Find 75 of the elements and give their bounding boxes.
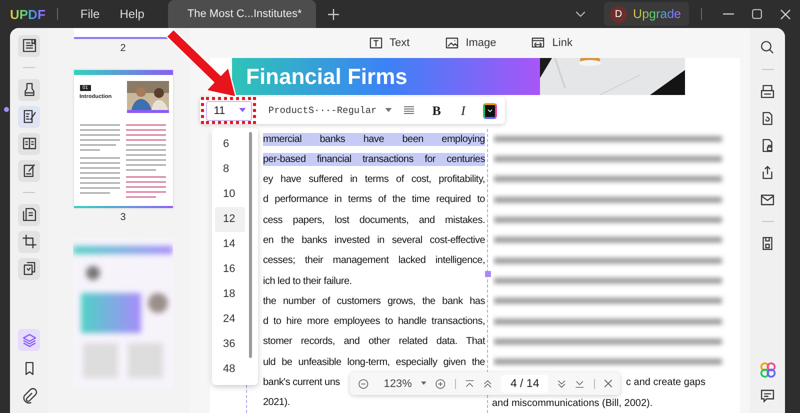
maximize-icon[interactable] [752,9,762,19]
layers-icon[interactable] [18,329,40,351]
caret-icon[interactable] [420,381,426,386]
double-chevron-down-icon[interactable] [557,378,566,388]
page-number: 3 [120,212,126,225]
crop-icon[interactable] [18,230,40,252]
clover-icon[interactable] [758,361,776,379]
text-icon [368,35,384,51]
menu-item[interactable]: 10 [215,182,245,207]
toolbar-button[interactable]: Image [444,35,496,51]
align-icon[interactable] [404,105,414,116]
document-tab[interactable]: The Most C...Institutes* [168,0,316,28]
columns-icon[interactable] [18,132,40,154]
text-line: the number of customers grows, the bank has [263,294,485,308]
menu-item[interactable]: 48 [215,357,245,382]
scrollbar[interactable] [249,132,252,358]
upgrade-button[interactable]: D Upgrade [604,2,689,26]
text-line: en the banks invested in several cost-effective [263,234,485,248]
menu-item[interactable]: Help [120,7,144,21]
font-size-field[interactable]: 11 [206,100,252,120]
menu-item[interactable]: 8 [215,157,245,182]
highlighter-icon[interactable] [18,78,40,100]
page-pen-icon[interactable] [18,160,40,182]
menu-item[interactable]: 36 [215,332,245,357]
menu-item[interactable]: 6 [215,132,245,157]
toolbar-button[interactable]: Link [530,35,572,51]
italic-button[interactable]: I [460,102,466,118]
toolbar-button[interactable]: Text [368,35,410,51]
first-page-icon[interactable] [464,378,474,388]
text-line: cess papers, lost documents, and mistakes. [263,214,485,227]
last-page-icon[interactable] [575,378,585,388]
bold-button[interactable]: B [432,102,441,118]
color-button[interactable] [483,102,497,118]
chevron-down-icon[interactable] [575,10,586,18]
image-icon [444,35,460,51]
comment-icon[interactable] [759,387,776,404]
zoom-level[interactable]: 123% [384,378,412,390]
page-pen-icon[interactable] [18,106,40,128]
text-line: uld be unfeasible long-term, especially given the [263,356,485,369]
font-select[interactable]: ProductS···-Regular [268,105,392,116]
menu-item[interactable]: 18 [215,282,245,307]
text-line: bank's current uns [263,376,340,390]
panel-handle[interactable] [4,107,9,112]
text-line: d to hire more employees to handle transactions, [263,315,485,328]
text-line: ey have suffered in terms of cost, profitability, [263,173,485,186]
text-line: and miscommunications (Bill, 2002). [492,396,653,410]
zoom-in-icon[interactable] [435,376,446,390]
text-line: ich led to their failure. [263,274,352,288]
copy-icon[interactable] [18,258,40,280]
menu-item[interactable]: File [80,7,100,21]
caret-icon [238,108,246,113]
avatar[interactable]: D [610,6,628,22]
text-line: stomer records, and other related data. That [263,335,485,348]
page-icon[interactable] [18,34,40,56]
text-line: 2021). [263,396,290,410]
menu-item[interactable]: 14 [215,232,245,257]
page-number: 2 [120,43,126,56]
menu-item[interactable]: 12 [215,207,245,232]
menu-item[interactable]: 16 [215,257,245,282]
double-chevron-up-icon[interactable] [483,378,492,388]
banner-title: Financial Firms [246,64,408,90]
resize-handle[interactable] [485,271,491,277]
text-line: cesses; their management lacked intelligence, [263,254,485,268]
caret-icon [384,108,392,113]
chevron-down-icon [487,108,494,112]
page-thumbnail[interactable] [74,28,172,39]
minimize-icon[interactable] [723,13,734,15]
page-field[interactable]: 4 / 14 [501,374,548,392]
text-line: c and create gaps [626,376,706,390]
zoom-out-icon[interactable] [358,376,369,390]
menu-item[interactable]: 24 [215,307,245,332]
pages-icon[interactable] [18,204,40,226]
text-line: d performance in terms of the time required to [263,193,485,206]
close-icon[interactable] [604,378,612,389]
plus-icon[interactable] [328,8,340,20]
